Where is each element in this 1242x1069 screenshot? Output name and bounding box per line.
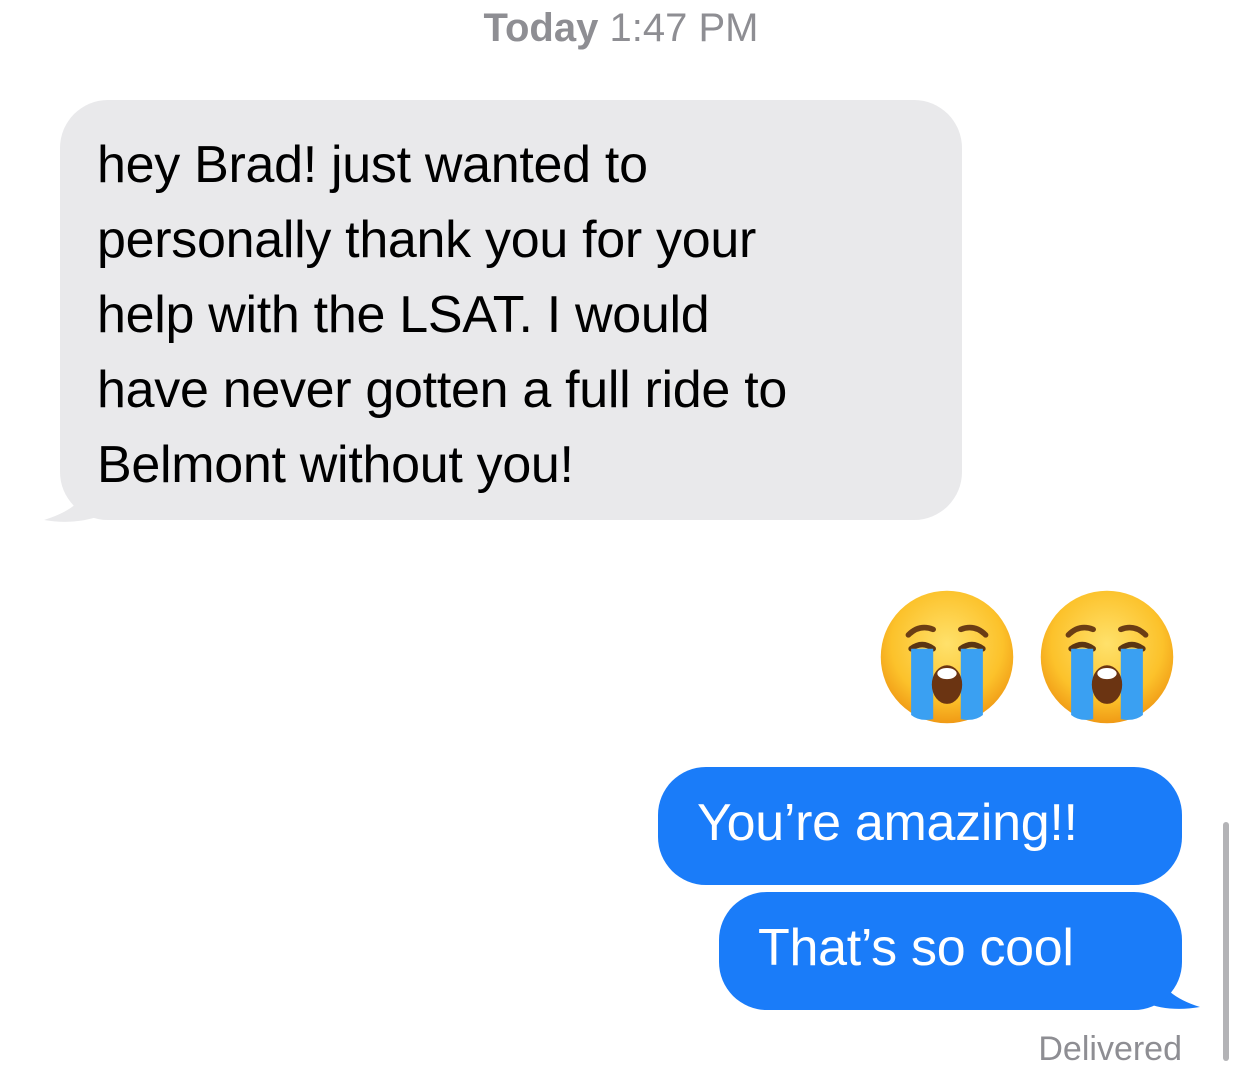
outgoing-emoji-message[interactable] (878, 588, 1178, 728)
conversation-timestamp: Today 1:47 PM (0, 6, 1242, 51)
message-text: That’s so cool (758, 919, 1074, 977)
message-text: You’re amazing!! (697, 794, 1078, 852)
loudly-crying-face-icon (880, 590, 1014, 724)
message-text-line: Belmont without you! (97, 436, 574, 494)
message-text-line: personally thank you for your (97, 211, 756, 269)
message-text-line: have never gotten a full ride to (97, 361, 787, 419)
message-text-line: help with the LSAT. I would (97, 286, 710, 344)
scrollbar[interactable] (1223, 822, 1229, 1061)
timestamp-time: 1:47 PM (609, 6, 759, 50)
incoming-message-bubble[interactable]: hey Brad! just wanted to personally than… (60, 100, 962, 520)
delivery-status: Delivered (1038, 1030, 1182, 1068)
outgoing-message-bubble[interactable]: You’re amazing!! (658, 767, 1182, 885)
outgoing-message-bubble[interactable]: That’s so cool (719, 892, 1182, 1010)
loudly-crying-face-icon (1040, 590, 1174, 724)
message-text-line: hey Brad! just wanted to (97, 136, 648, 194)
timestamp-day: Today (483, 6, 599, 50)
